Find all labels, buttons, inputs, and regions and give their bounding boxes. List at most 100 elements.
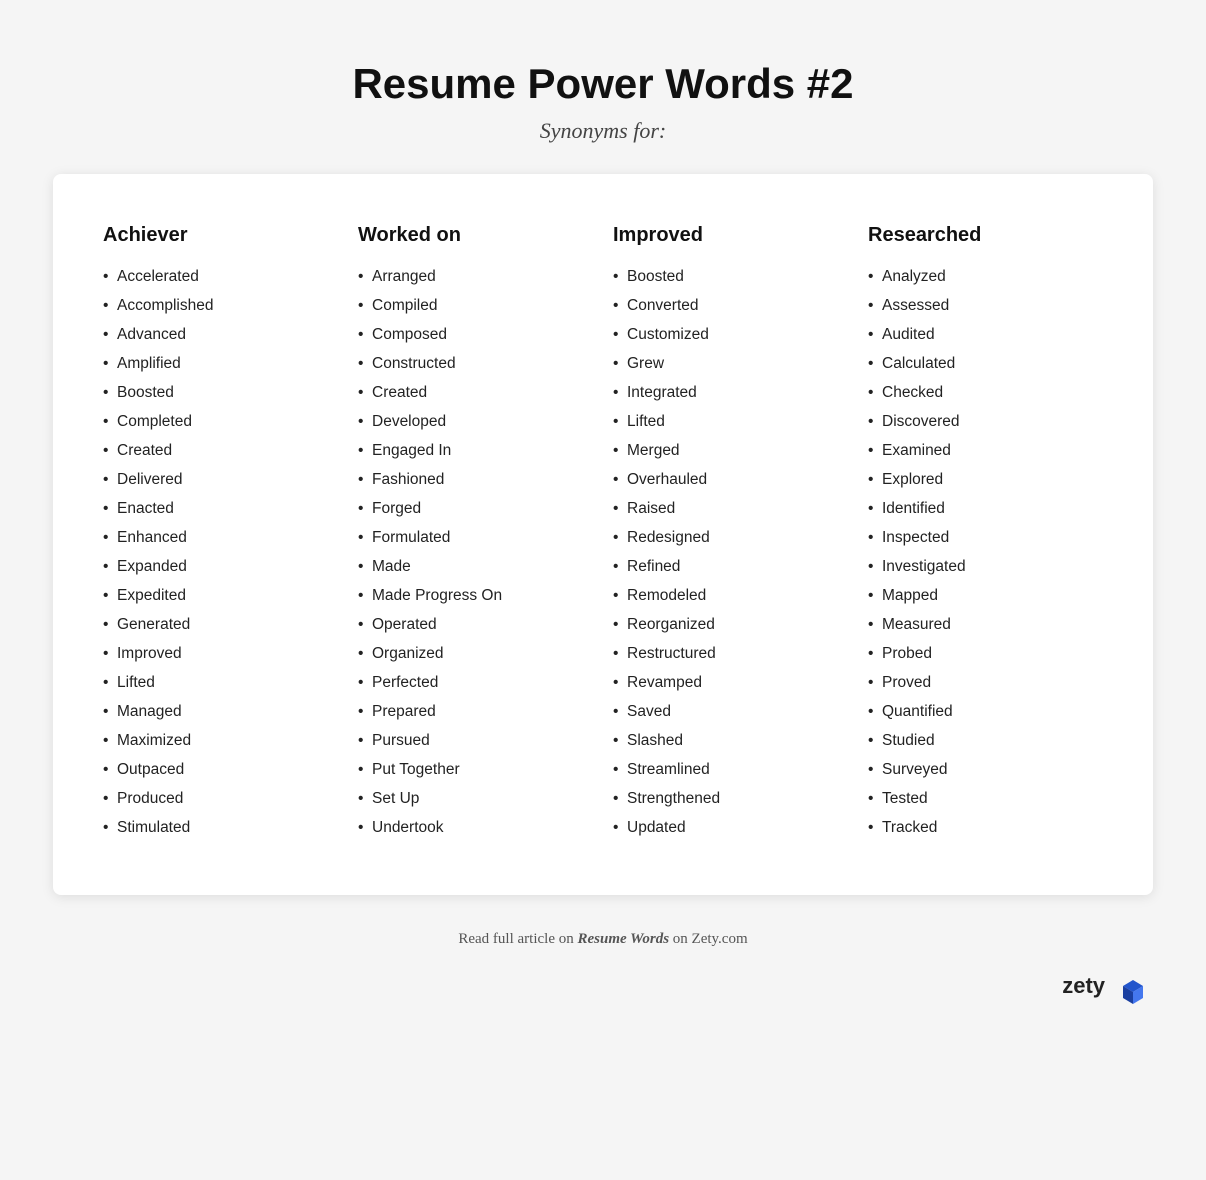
list-item: Accelerated bbox=[103, 265, 338, 289]
list-item: Customized bbox=[613, 323, 848, 347]
list-item: Completed bbox=[103, 410, 338, 434]
list-item: Restructured bbox=[613, 642, 848, 666]
list-item: Made Progress On bbox=[358, 584, 593, 608]
list-item: Studied bbox=[868, 729, 1103, 753]
page-title: Resume Power Words #2 bbox=[352, 60, 853, 108]
list-item: Calculated bbox=[868, 352, 1103, 376]
word-list-3: Analyzed Assessed Audited Calculated Checked… bbox=[868, 265, 1103, 840]
list-item: Improved bbox=[103, 642, 338, 666]
list-item: Probed bbox=[868, 642, 1103, 666]
list-item: Analyzed bbox=[868, 265, 1103, 289]
list-item: Explored bbox=[868, 468, 1103, 492]
list-item: Updated bbox=[613, 816, 848, 840]
list-item: Generated bbox=[103, 613, 338, 637]
list-item: Operated bbox=[358, 613, 593, 637]
list-item: Redesigned bbox=[613, 526, 848, 550]
list-item: Set Up bbox=[358, 787, 593, 811]
list-item: Assessed bbox=[868, 294, 1103, 318]
column-2: Improved Boosted Converted Customized Grew In… bbox=[613, 224, 848, 845]
list-item: Lifted bbox=[613, 410, 848, 434]
column-title-2: Improved bbox=[613, 224, 848, 247]
list-item: Compiled bbox=[358, 294, 593, 318]
list-item: Mapped bbox=[868, 584, 1103, 608]
list-item: Put Together bbox=[358, 758, 593, 782]
list-item: Arranged bbox=[358, 265, 593, 289]
list-item: Boosted bbox=[103, 381, 338, 405]
list-item: Integrated bbox=[613, 381, 848, 405]
list-item: Forged bbox=[358, 497, 593, 521]
list-item: Delivered bbox=[103, 468, 338, 492]
column-title-3: Researched bbox=[868, 224, 1103, 247]
list-item: Discovered bbox=[868, 410, 1103, 434]
footer-after: on Zety.com bbox=[669, 931, 748, 947]
list-item: Strengthened bbox=[613, 787, 848, 811]
list-item: Checked bbox=[868, 381, 1103, 405]
column-title-1: Worked on bbox=[358, 224, 593, 247]
list-item: Advanced bbox=[103, 323, 338, 347]
list-item: Audited bbox=[868, 323, 1103, 347]
list-item: Enhanced bbox=[103, 526, 338, 550]
list-item: Perfected bbox=[358, 671, 593, 695]
list-item: Overhauled bbox=[613, 468, 848, 492]
list-item: Outpaced bbox=[103, 758, 338, 782]
column-3: Researched Analyzed Assessed Audited Calcula… bbox=[868, 224, 1103, 845]
list-item: Streamlined bbox=[613, 758, 848, 782]
list-item: Quantified bbox=[868, 700, 1103, 724]
list-item: Examined bbox=[868, 439, 1103, 463]
footer-text: Read full article on Resume Words on Zet… bbox=[458, 931, 747, 948]
list-item: Constructed bbox=[358, 352, 593, 376]
word-list-2: Boosted Converted Customized Grew Integrated… bbox=[613, 265, 848, 840]
zety-cube-icon bbox=[1113, 966, 1153, 1006]
footer-italic: Resume Words bbox=[577, 931, 669, 947]
list-item: Stimulated bbox=[103, 816, 338, 840]
list-item: Managed bbox=[103, 700, 338, 724]
list-item: Engaged In bbox=[358, 439, 593, 463]
word-list-0: Accelerated Accomplished Advanced Amplified… bbox=[103, 265, 338, 840]
list-item: Maximized bbox=[103, 729, 338, 753]
list-item: Created bbox=[103, 439, 338, 463]
list-item: Grew bbox=[613, 352, 848, 376]
list-item: Composed bbox=[358, 323, 593, 347]
columns-grid: AchieverAcceleratedAccomplishedAdvancedA… bbox=[103, 224, 1103, 845]
list-item: Prepared bbox=[358, 700, 593, 724]
column-title-0: Achiever bbox=[103, 224, 338, 247]
list-item: Raised bbox=[613, 497, 848, 521]
list-item: Saved bbox=[613, 700, 848, 724]
column-0: AchieverAcceleratedAccomplishedAdvancedA… bbox=[103, 224, 338, 845]
list-item: Amplified bbox=[103, 352, 338, 376]
list-item: Merged bbox=[613, 439, 848, 463]
footer-before: Read full article on bbox=[458, 931, 577, 947]
list-item: Slashed bbox=[613, 729, 848, 753]
list-item: Reorganized bbox=[613, 613, 848, 637]
list-item: Proved bbox=[868, 671, 1103, 695]
list-item: Refined bbox=[613, 555, 848, 579]
zety-logo-area: zety bbox=[53, 966, 1153, 1006]
list-item: Surveyed bbox=[868, 758, 1103, 782]
list-item: Lifted bbox=[103, 671, 338, 695]
list-item: Revamped bbox=[613, 671, 848, 695]
list-item: Fashioned bbox=[358, 468, 593, 492]
word-list-1: Arranged Compiled Composed Constructed Creat… bbox=[358, 265, 593, 840]
list-item: Tracked bbox=[868, 816, 1103, 840]
list-item: Investigated bbox=[868, 555, 1103, 579]
list-item: Accomplished bbox=[103, 294, 338, 318]
list-item: Formulated bbox=[358, 526, 593, 550]
list-item: Boosted bbox=[613, 265, 848, 289]
list-item: Enacted bbox=[103, 497, 338, 521]
list-item: Converted bbox=[613, 294, 848, 318]
list-item: Expanded bbox=[103, 555, 338, 579]
list-item: Pursued bbox=[358, 729, 593, 753]
list-item: Tested bbox=[868, 787, 1103, 811]
list-item: Organized bbox=[358, 642, 593, 666]
list-item: Identified bbox=[868, 497, 1103, 521]
list-item: Developed bbox=[358, 410, 593, 434]
content-card: AchieverAcceleratedAccomplishedAdvancedA… bbox=[53, 174, 1153, 895]
list-item: Produced bbox=[103, 787, 338, 811]
list-item: Expedited bbox=[103, 584, 338, 608]
column-1: Worked on Arranged Compiled Composed Constru… bbox=[358, 224, 593, 845]
list-item: Undertook bbox=[358, 816, 593, 840]
list-item: Created bbox=[358, 381, 593, 405]
list-item: Made bbox=[358, 555, 593, 579]
list-item: Inspected bbox=[868, 526, 1103, 550]
page-subtitle: Synonyms for: bbox=[540, 118, 666, 144]
